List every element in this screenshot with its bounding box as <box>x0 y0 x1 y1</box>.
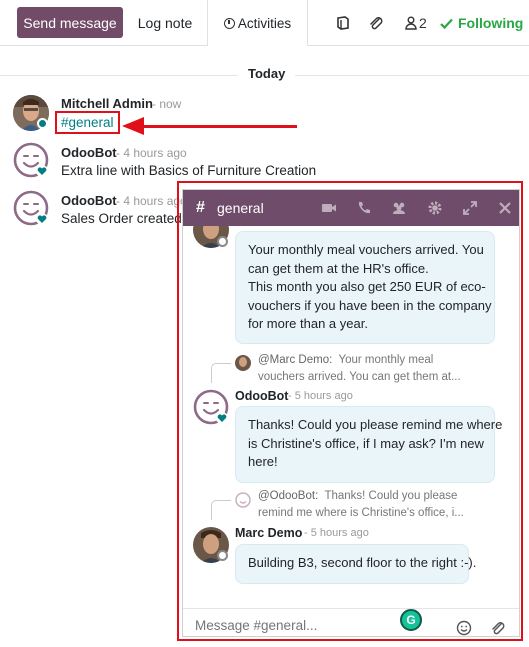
reply-text-line: vouchers arrived. You can get them at... <box>258 371 461 383</box>
reply-text-line: Thanks! Could you please <box>324 490 458 502</box>
paperclip-icon[interactable] <box>368 13 384 33</box>
heart-icon <box>36 212 48 225</box>
chat-messages-area[interactable]: Your monthly meal vouchers arrived. You … <box>183 226 519 602</box>
video-camera-icon[interactable] <box>321 200 337 216</box>
offline-status-dot <box>217 550 228 561</box>
reply-connector <box>211 500 231 520</box>
paperclip-icon[interactable] <box>490 620 506 636</box>
chat-message-date: - 5 hours ago <box>288 390 353 402</box>
reply-author: @OdooBot: <box>258 490 319 502</box>
chat-message-author[interactable]: OdooBot <box>235 389 288 403</box>
message-date: - 4 hours ago <box>116 146 187 160</box>
knowledge-book-icon[interactable] <box>336 13 350 33</box>
user-icon <box>405 16 417 30</box>
message-line: Building B3, second floor to the right :… <box>248 555 477 570</box>
reply-preview[interactable]: @Marc Demo: Your monthly meal <box>258 352 433 369</box>
date-separator-label: Today <box>238 66 296 81</box>
message-input[interactable] <box>195 618 395 633</box>
message-line: This month you also get 250 EUR of eco- <box>248 279 486 294</box>
chat-window-title[interactable]: general <box>217 200 264 216</box>
gear-icon[interactable] <box>427 200 443 216</box>
hash-icon: # <box>196 199 205 216</box>
reply-avatar-odoobot <box>235 492 251 508</box>
chat-message-bubble: Thanks! Could you please remind me where… <box>235 406 503 483</box>
reply-text-line: Your monthly meal <box>338 354 434 366</box>
log-note-button[interactable]: Log note <box>130 7 200 38</box>
reply-text-line: remind me where is Christine's office, i… <box>258 507 464 519</box>
reply-connector <box>211 363 231 383</box>
message-author[interactable]: OdooBot <box>61 193 117 208</box>
close-icon[interactable] <box>497 200 513 216</box>
message-line: can get them at the HR's office. <box>248 260 429 276</box>
heart-icon <box>216 411 228 424</box>
chat-window-header[interactable]: # general <box>183 190 519 226</box>
check-icon <box>440 18 453 29</box>
message-line: vouchers if you have been in the company <box>248 297 492 313</box>
message-line: is Christine's office, if I may ask? I'm… <box>248 435 484 451</box>
chat-message-bubble: Your monthly meal vouchers arrived. You … <box>235 231 495 344</box>
followers-button[interactable]: 2 <box>405 13 427 33</box>
followers-count: 2 <box>419 15 427 31</box>
offline-status-dot <box>217 236 228 247</box>
emoji-icon[interactable] <box>456 620 472 636</box>
phone-icon[interactable] <box>356 200 372 216</box>
expand-icon[interactable] <box>462 200 478 216</box>
annotation-arrow <box>140 125 297 128</box>
message-line: for more than a year. <box>248 316 368 331</box>
message-body: Extra line with Basics of Furniture Crea… <box>61 163 317 178</box>
heart-icon <box>36 164 48 177</box>
reply-author: @Marc Demo: <box>258 354 333 366</box>
chatter-topbar: Send message Log note Activities 2 Follo… <box>0 0 529 46</box>
chat-window: # general Your monthly meal vouchers arr… <box>182 189 520 637</box>
reply-avatar-marc-demo <box>235 355 251 371</box>
annotation-highlight-box <box>55 111 120 134</box>
message-line: Thanks! Could you please remind me where <box>248 417 503 432</box>
following-button[interactable]: Following <box>440 13 523 33</box>
message-author[interactable]: Mitchell Admin <box>61 96 153 111</box>
online-status-dot <box>37 118 48 129</box>
activities-button[interactable]: Activities <box>207 0 308 46</box>
chat-message-bubble: Building B3, second floor to the right :… <box>235 544 477 584</box>
chat-message-date: - 5 hours ago <box>304 527 369 539</box>
message-line: here! <box>248 454 278 469</box>
grammarly-icon[interactable]: G <box>400 609 422 631</box>
message-date: - now <box>152 97 182 111</box>
reply-preview[interactable]: @OdooBot: Thanks! Could you please <box>258 488 457 505</box>
clock-icon <box>223 17 235 29</box>
members-icon[interactable] <box>391 200 407 216</box>
send-message-button[interactable]: Send message <box>17 7 123 38</box>
message-line: Your monthly meal vouchers arrived. You <box>248 242 484 257</box>
message-body: Sales Order created <box>61 211 182 226</box>
chat-message-author[interactable]: Marc Demo <box>235 526 302 540</box>
message-author[interactable]: OdooBot <box>61 145 117 160</box>
annotation-arrow-head <box>122 117 144 135</box>
activities-label: Activities <box>237 15 292 31</box>
following-label: Following <box>458 15 524 31</box>
